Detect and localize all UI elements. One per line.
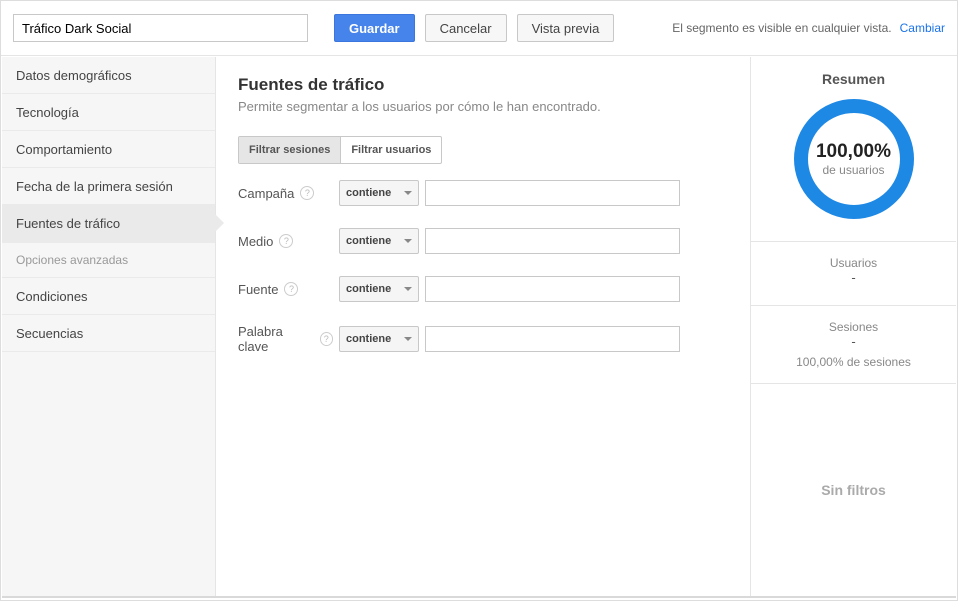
users-label: Usuarios	[761, 256, 946, 270]
panel-title: Fuentes de tráfico	[238, 75, 728, 95]
operator-dropdown[interactable]: contiene	[339, 276, 419, 302]
summary-header: Resumen 100,00% de usuarios	[751, 57, 956, 242]
keyword-value-input[interactable]	[425, 326, 680, 352]
operator-label: contiene	[346, 283, 391, 295]
sessions-value: -	[761, 334, 946, 349]
top-bar: Guardar Cancelar Vista previa El segment…	[1, 1, 957, 56]
sidebar-item-label: Secuencias	[16, 326, 83, 341]
row-label: Medio	[238, 234, 273, 249]
segment-builder: { "top": { "name_value": "Tráfico Dark S…	[0, 0, 958, 601]
summary-users: Usuarios -	[751, 242, 956, 306]
change-visibility-link[interactable]: Cambiar	[900, 21, 945, 35]
row-label: Fuente	[238, 282, 278, 297]
sidebar-item-traffic-sources[interactable]: Fuentes de tráfico	[2, 205, 215, 242]
segment-name-input[interactable]	[13, 14, 308, 42]
campaign-value-input[interactable]	[425, 180, 680, 206]
help-icon[interactable]: ?	[284, 282, 298, 296]
sidebar-item-label: Condiciones	[16, 289, 88, 304]
row-keyword: Palabra clave? contiene	[238, 324, 728, 354]
filter-scope-toggle: Filtrar sesiones Filtrar usuarios	[238, 136, 442, 164]
row-campaign: Campaña? contiene	[238, 180, 728, 206]
row-source: Fuente? contiene	[238, 276, 728, 302]
visibility-info: El segmento es visible en cualquier vist…	[672, 21, 945, 35]
visibility-text: El segmento es visible en cualquier vist…	[672, 21, 891, 35]
row-medium: Medio? contiene	[238, 228, 728, 254]
sidebar-item-label: Fecha de la primera sesión	[16, 179, 173, 194]
no-filters-label: Sin filtros	[751, 384, 956, 596]
operator-label: contiene	[346, 235, 391, 247]
help-icon[interactable]: ?	[320, 332, 334, 346]
source-value-input[interactable]	[425, 276, 680, 302]
operator-dropdown[interactable]: contiene	[339, 228, 419, 254]
chevron-down-icon	[404, 239, 412, 243]
help-icon[interactable]: ?	[279, 234, 293, 248]
sessions-percent: 100,00% de sesiones	[761, 355, 946, 369]
sidebar: Datos demográficos Tecnología Comportami…	[2, 57, 216, 596]
donut-sublabel: de usuarios	[822, 163, 884, 177]
chevron-down-icon	[404, 191, 412, 195]
save-button[interactable]: Guardar	[334, 14, 415, 42]
users-value: -	[761, 270, 946, 285]
cancel-button[interactable]: Cancelar	[425, 14, 507, 42]
operator-dropdown[interactable]: contiene	[339, 326, 419, 352]
row-label: Palabra clave	[238, 324, 314, 354]
sidebar-item-label: Fuentes de tráfico	[16, 216, 120, 231]
operator-dropdown[interactable]: contiene	[339, 180, 419, 206]
sidebar-item-label: Datos demográficos	[16, 68, 132, 83]
main-panel: Fuentes de tráfico Permite segmentar a l…	[216, 57, 750, 596]
operator-label: contiene	[346, 187, 391, 199]
sessions-label: Sesiones	[761, 320, 946, 334]
sidebar-item-label: Comportamiento	[16, 142, 112, 157]
row-label: Campaña	[238, 186, 294, 201]
sidebar-advanced-label: Opciones avanzadas	[2, 242, 215, 278]
sidebar-item-demographics[interactable]: Datos demográficos	[2, 57, 215, 94]
chevron-down-icon	[404, 287, 412, 291]
operator-label: contiene	[346, 333, 391, 345]
sidebar-item-conditions[interactable]: Condiciones	[2, 278, 215, 315]
sidebar-item-technology[interactable]: Tecnología	[2, 94, 215, 131]
panel-subtitle: Permite segmentar a los usuarios por cóm…	[238, 99, 728, 114]
donut-chart: 100,00% de usuarios	[794, 99, 914, 219]
filter-sessions-tab[interactable]: Filtrar sesiones	[239, 137, 341, 163]
help-icon[interactable]: ?	[300, 186, 314, 200]
donut-percent: 100,00%	[816, 141, 891, 163]
sidebar-item-first-session[interactable]: Fecha de la primera sesión	[2, 168, 215, 205]
summary-panel: Resumen 100,00% de usuarios Usuarios - S…	[750, 57, 956, 596]
chevron-down-icon	[404, 337, 412, 341]
summary-title: Resumen	[761, 71, 946, 87]
summary-sessions: Sesiones - 100,00% de sesiones	[751, 306, 956, 384]
preview-button[interactable]: Vista previa	[517, 14, 615, 42]
sidebar-item-sequences[interactable]: Secuencias	[2, 315, 215, 352]
medium-value-input[interactable]	[425, 228, 680, 254]
sidebar-item-label: Tecnología	[16, 105, 79, 120]
filter-users-tab[interactable]: Filtrar usuarios	[341, 137, 441, 163]
sidebar-item-behavior[interactable]: Comportamiento	[2, 131, 215, 168]
